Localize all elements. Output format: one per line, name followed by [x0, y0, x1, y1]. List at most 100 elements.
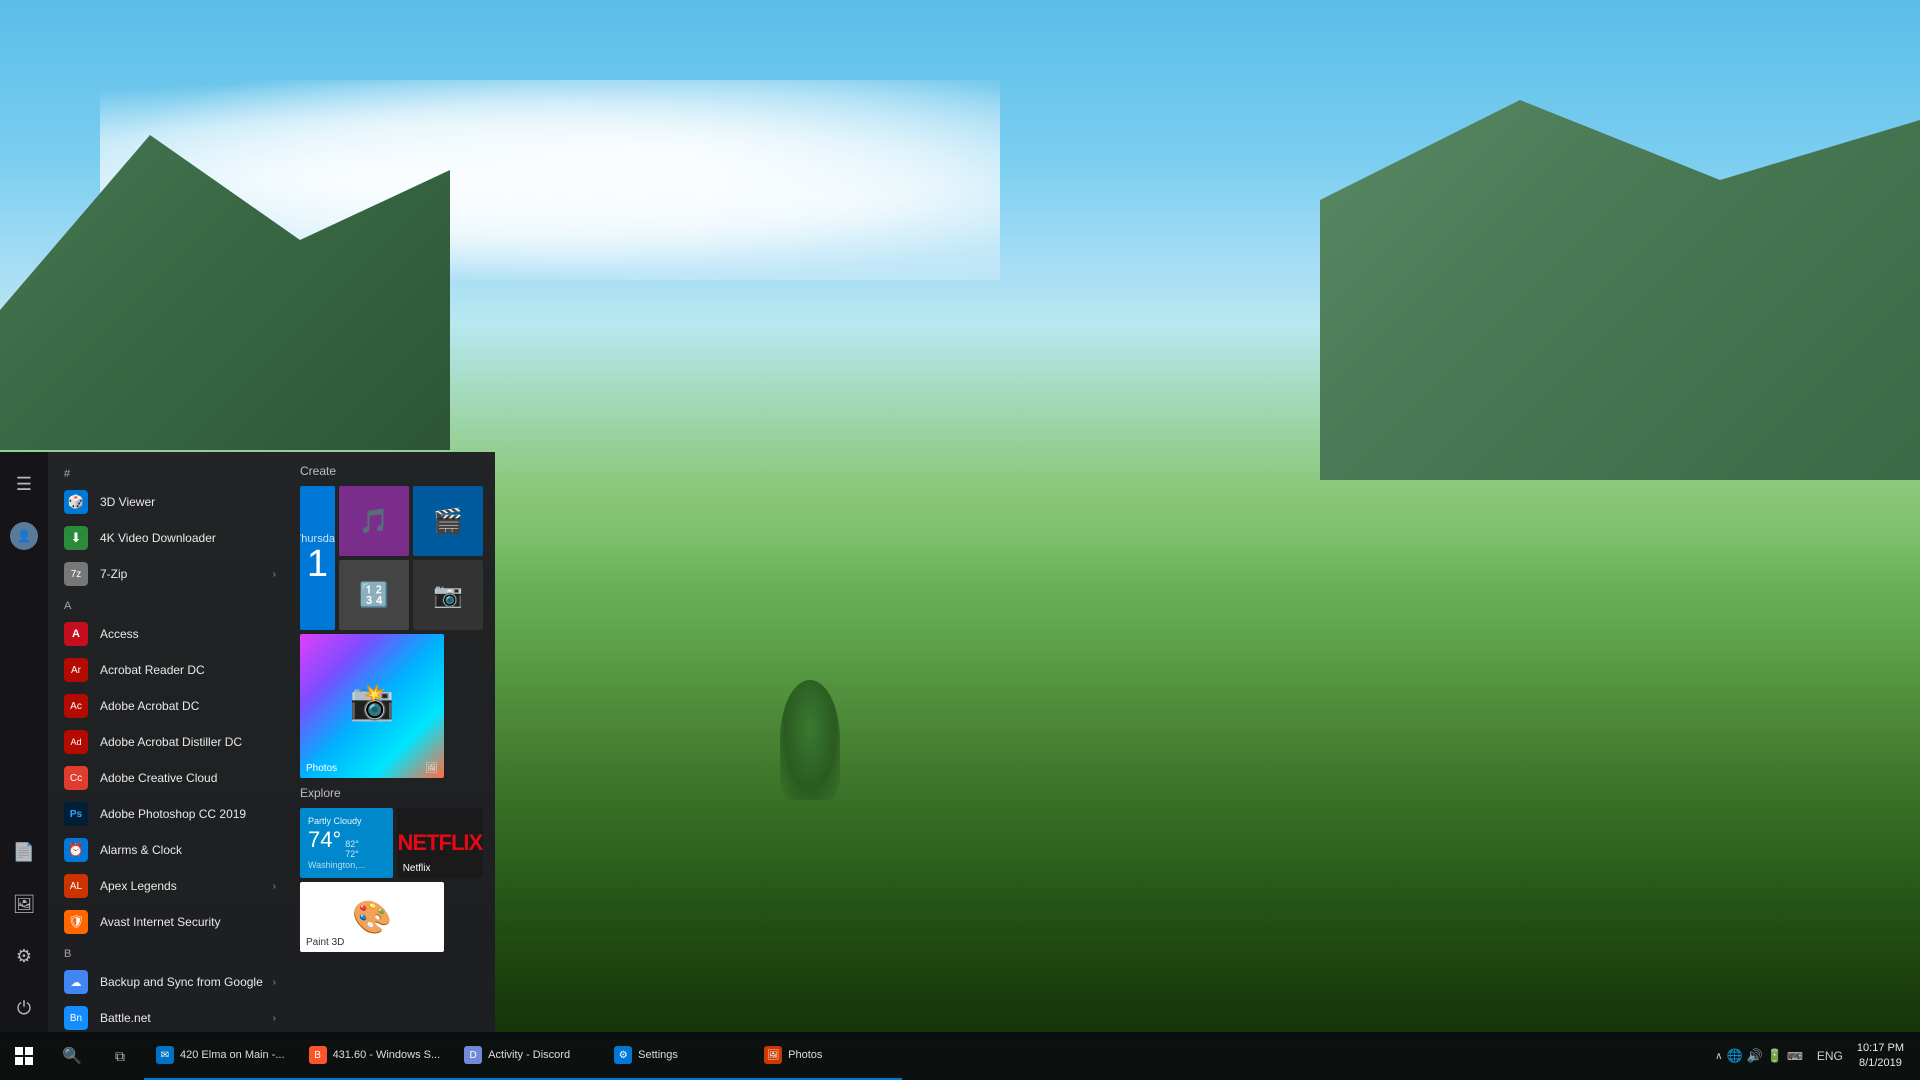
search-button[interactable]: 🔍 [48, 1032, 96, 1080]
tray-chevron-icon[interactable]: ∧ [1715, 1051, 1722, 1062]
nav-documents-button[interactable]: 📄 [0, 828, 48, 876]
tile-paint3d[interactable]: 🎨 Paint 3D [300, 882, 444, 952]
nav-pictures-button[interactable]: 🖼 [0, 880, 48, 928]
start-tiles: Create Thursday 1 🎵 🎬 🔢 📷 [288, 452, 495, 1032]
tile-weather[interactable]: Partly Cloudy 74° 82° 72° Washington,... [300, 808, 393, 878]
app-battle-net[interactable]: Bn Battle.net › [48, 1000, 288, 1032]
weather-high: 82° [345, 839, 359, 849]
outlook-taskbar-icon: ✉ [156, 1046, 174, 1064]
adobe-distiller-icon: Ad [64, 730, 88, 754]
app-alarms[interactable]: ⏰ Alarms & Clock [48, 832, 288, 868]
apex-expand-arrow: › [273, 881, 276, 892]
7zip-expand-arrow: › [273, 569, 276, 580]
avatar-circle: 👤 [10, 522, 38, 550]
app-4k-downloader-label: 4K Video Downloader [100, 531, 216, 545]
app-alarms-label: Alarms & Clock [100, 843, 182, 857]
system-clock[interactable]: 10:17 PM 8/1/2019 [1849, 1041, 1912, 1072]
netflix-logo: NETFLIX [398, 830, 483, 856]
3d-viewer-icon: 🎲 [64, 490, 88, 514]
app-adobe-ps-label: Adobe Photoshop CC 2019 [100, 807, 246, 821]
battle-net-expand-arrow: › [273, 1013, 276, 1024]
tray-volume-icon[interactable]: 🔊 [1747, 1048, 1763, 1064]
mountain-right [1320, 80, 1920, 480]
app-adobe-cc[interactable]: Cc Adobe Creative Cloud [48, 760, 288, 796]
app-adobe-distiller-label: Adobe Acrobat Distiller DC [100, 735, 242, 749]
adobe-cc-icon: Cc [64, 766, 88, 790]
app-7zip[interactable]: 7z 7-Zip › [48, 556, 288, 592]
app-apex[interactable]: AL Apex Legends › [48, 868, 288, 904]
app-backup-sync[interactable]: ☁ Backup and Sync from Google › [48, 964, 288, 1000]
tile-paint3d-label: Paint 3D [306, 937, 344, 948]
tile-video[interactable]: 🎬 [413, 486, 483, 556]
app-avast[interactable]: 🛡 Avast Internet Security [48, 904, 288, 940]
running-apps: ✉ 420 Elma on Main -... B 431.60 - Windo… [144, 1032, 1707, 1080]
tiles-row-top: 🎵 🎬 [339, 486, 483, 556]
app-adobe-acrobat[interactable]: Ac Adobe Acrobat DC [48, 688, 288, 724]
app-acrobat-reader-label: Acrobat Reader DC [100, 663, 205, 677]
tray-icons: ∧ 🌐 🔊 🔋 ⌨ [1707, 1048, 1811, 1064]
section-b: B [48, 940, 288, 964]
app-4k-downloader[interactable]: ⬇ 4K Video Downloader [48, 520, 288, 556]
app-acrobat-reader[interactable]: Ar Acrobat Reader DC [48, 652, 288, 688]
clock-time: 10:17 PM [1857, 1041, 1904, 1056]
tile-photos-label: Photos [306, 763, 337, 774]
outlook-taskbar-label: 420 Elma on Main -... [180, 1049, 285, 1061]
tile-calendar[interactable]: Thursday 1 [300, 486, 335, 630]
tiles-row-paint: 🎨 Paint 3D [300, 882, 483, 952]
tile-netflix-label: Netflix [403, 863, 431, 874]
search-icon: 🔍 [62, 1046, 82, 1066]
tree [780, 680, 840, 800]
tiles-row-1: Thursday 1 🎵 🎬 🔢 📷 [300, 486, 483, 630]
taskbar-app-discord[interactable]: D Activity - Discord [452, 1032, 602, 1080]
tiles-col-right: 🎵 🎬 🔢 📷 [339, 486, 483, 630]
app-adobe-ps[interactable]: Ps Adobe Photoshop CC 2019 [48, 796, 288, 832]
app-backup-sync-label: Backup and Sync from Google [100, 975, 263, 989]
taskbar-app-outlook[interactable]: ✉ 420 Elma on Main -... [144, 1032, 297, 1080]
section-a: A [48, 592, 288, 616]
backup-sync-icon: ☁ [64, 970, 88, 994]
start-button[interactable] [0, 1032, 48, 1080]
user-avatar-button[interactable]: 👤 [0, 512, 48, 560]
tray-battery-icon[interactable]: 🔋 [1767, 1048, 1783, 1064]
acrobat-reader-icon: Ar [64, 658, 88, 682]
tile-groove[interactable]: 🎵 [339, 486, 409, 556]
brave-taskbar-label: 431.60 - Windows S... [333, 1049, 441, 1061]
apex-icon: AL [64, 874, 88, 898]
system-tray: ∧ 🌐 🔊 🔋 ⌨ ENG 10:17 PM 8/1/2019 [1707, 1041, 1920, 1072]
app-adobe-acrobat-label: Adobe Acrobat DC [100, 699, 199, 713]
taskview-button[interactable]: ⧉ [96, 1032, 144, 1080]
taskbar-app-settings[interactable]: ⚙ Settings [602, 1032, 752, 1080]
photos-taskbar-label: Photos [788, 1049, 822, 1061]
start-nav-strip: ☰ 👤 📄 🖼 ⚙ ⏻ [0, 452, 48, 1032]
tile-calculator[interactable]: 🔢 [339, 560, 409, 630]
tiles-create-label: Create [300, 464, 483, 478]
app-adobe-distiller[interactable]: Ad Adobe Acrobat Distiller DC [48, 724, 288, 760]
windows-logo [15, 1047, 33, 1065]
nav-settings-button[interactable]: ⚙ [0, 932, 48, 980]
tray-keyboard-icon[interactable]: ⌨ [1787, 1050, 1803, 1063]
tiles-row-2: 📸 Photos 🖼 [300, 634, 483, 778]
taskbar: 🔍 ⧉ ✉ 420 Elma on Main -... B 431.60 - W… [0, 1032, 1920, 1080]
tile-camera[interactable]: 📷 [413, 560, 483, 630]
language-indicator[interactable]: ENG [1813, 1049, 1847, 1063]
photos-taskbar-icon: 🖼 [764, 1046, 782, 1064]
weather-low: 72° [345, 849, 359, 859]
4k-downloader-icon: ⬇ [64, 526, 88, 550]
app-3d-viewer[interactable]: 🎲 3D Viewer [48, 484, 288, 520]
tile-photos[interactable]: 📸 Photos 🖼 [300, 634, 444, 778]
tiles-row-bottom: 🔢 📷 [339, 560, 483, 630]
app-access-label: Access [100, 627, 139, 641]
taskbar-app-photos[interactable]: 🖼 Photos [752, 1032, 902, 1080]
app-battle-net-label: Battle.net [100, 1011, 151, 1025]
taskview-icon: ⧉ [115, 1048, 125, 1065]
clock-date: 8/1/2019 [1859, 1056, 1902, 1071]
hamburger-menu-button[interactable]: ☰ [0, 460, 48, 508]
nav-power-button[interactable]: ⏻ [0, 984, 48, 1032]
taskbar-app-brave[interactable]: B 431.60 - Windows S... [297, 1032, 453, 1080]
app-access[interactable]: A Access [48, 616, 288, 652]
settings-taskbar-label: Settings [638, 1049, 678, 1061]
tray-network-icon[interactable]: 🌐 [1726, 1048, 1742, 1064]
calendar-num: 1 [307, 545, 328, 583]
access-icon: A [64, 622, 88, 646]
tile-netflix[interactable]: NETFLIX Netflix [397, 808, 483, 878]
